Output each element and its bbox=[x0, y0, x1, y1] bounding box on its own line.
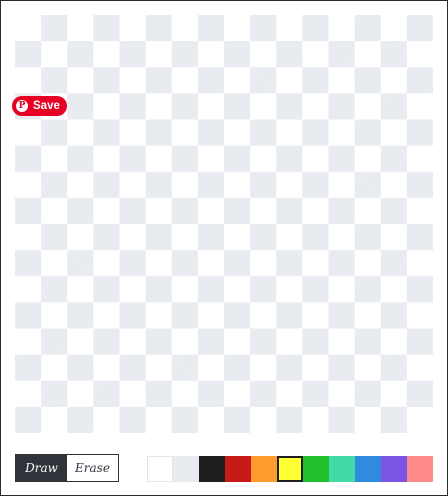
color-swatch-white[interactable] bbox=[147, 456, 173, 482]
mode-toggle: Draw Erase bbox=[15, 454, 119, 482]
drawing-canvas[interactable] bbox=[15, 15, 433, 433]
pinterest-save-label: Save bbox=[33, 100, 60, 112]
color-swatch-red[interactable] bbox=[225, 456, 251, 482]
pinterest-icon: P bbox=[16, 100, 28, 112]
color-swatch-black[interactable] bbox=[199, 456, 225, 482]
color-swatch-teal[interactable] bbox=[329, 456, 355, 482]
pinterest-save-button[interactable]: P Save bbox=[12, 96, 67, 116]
color-swatch-purple[interactable] bbox=[381, 456, 407, 482]
color-palette bbox=[147, 456, 433, 482]
color-swatch-yellow[interactable] bbox=[277, 456, 303, 482]
erase-mode-button[interactable]: Erase bbox=[67, 455, 118, 481]
color-swatch-orange[interactable] bbox=[251, 456, 277, 482]
color-swatch-pink[interactable] bbox=[407, 456, 433, 482]
color-swatch-light-gray[interactable] bbox=[173, 456, 199, 482]
draw-mode-button[interactable]: Draw bbox=[16, 455, 67, 481]
color-swatch-blue[interactable] bbox=[355, 456, 381, 482]
drawing-app-frame: P Save Draw Erase bbox=[0, 0, 448, 496]
color-swatch-green[interactable] bbox=[303, 456, 329, 482]
